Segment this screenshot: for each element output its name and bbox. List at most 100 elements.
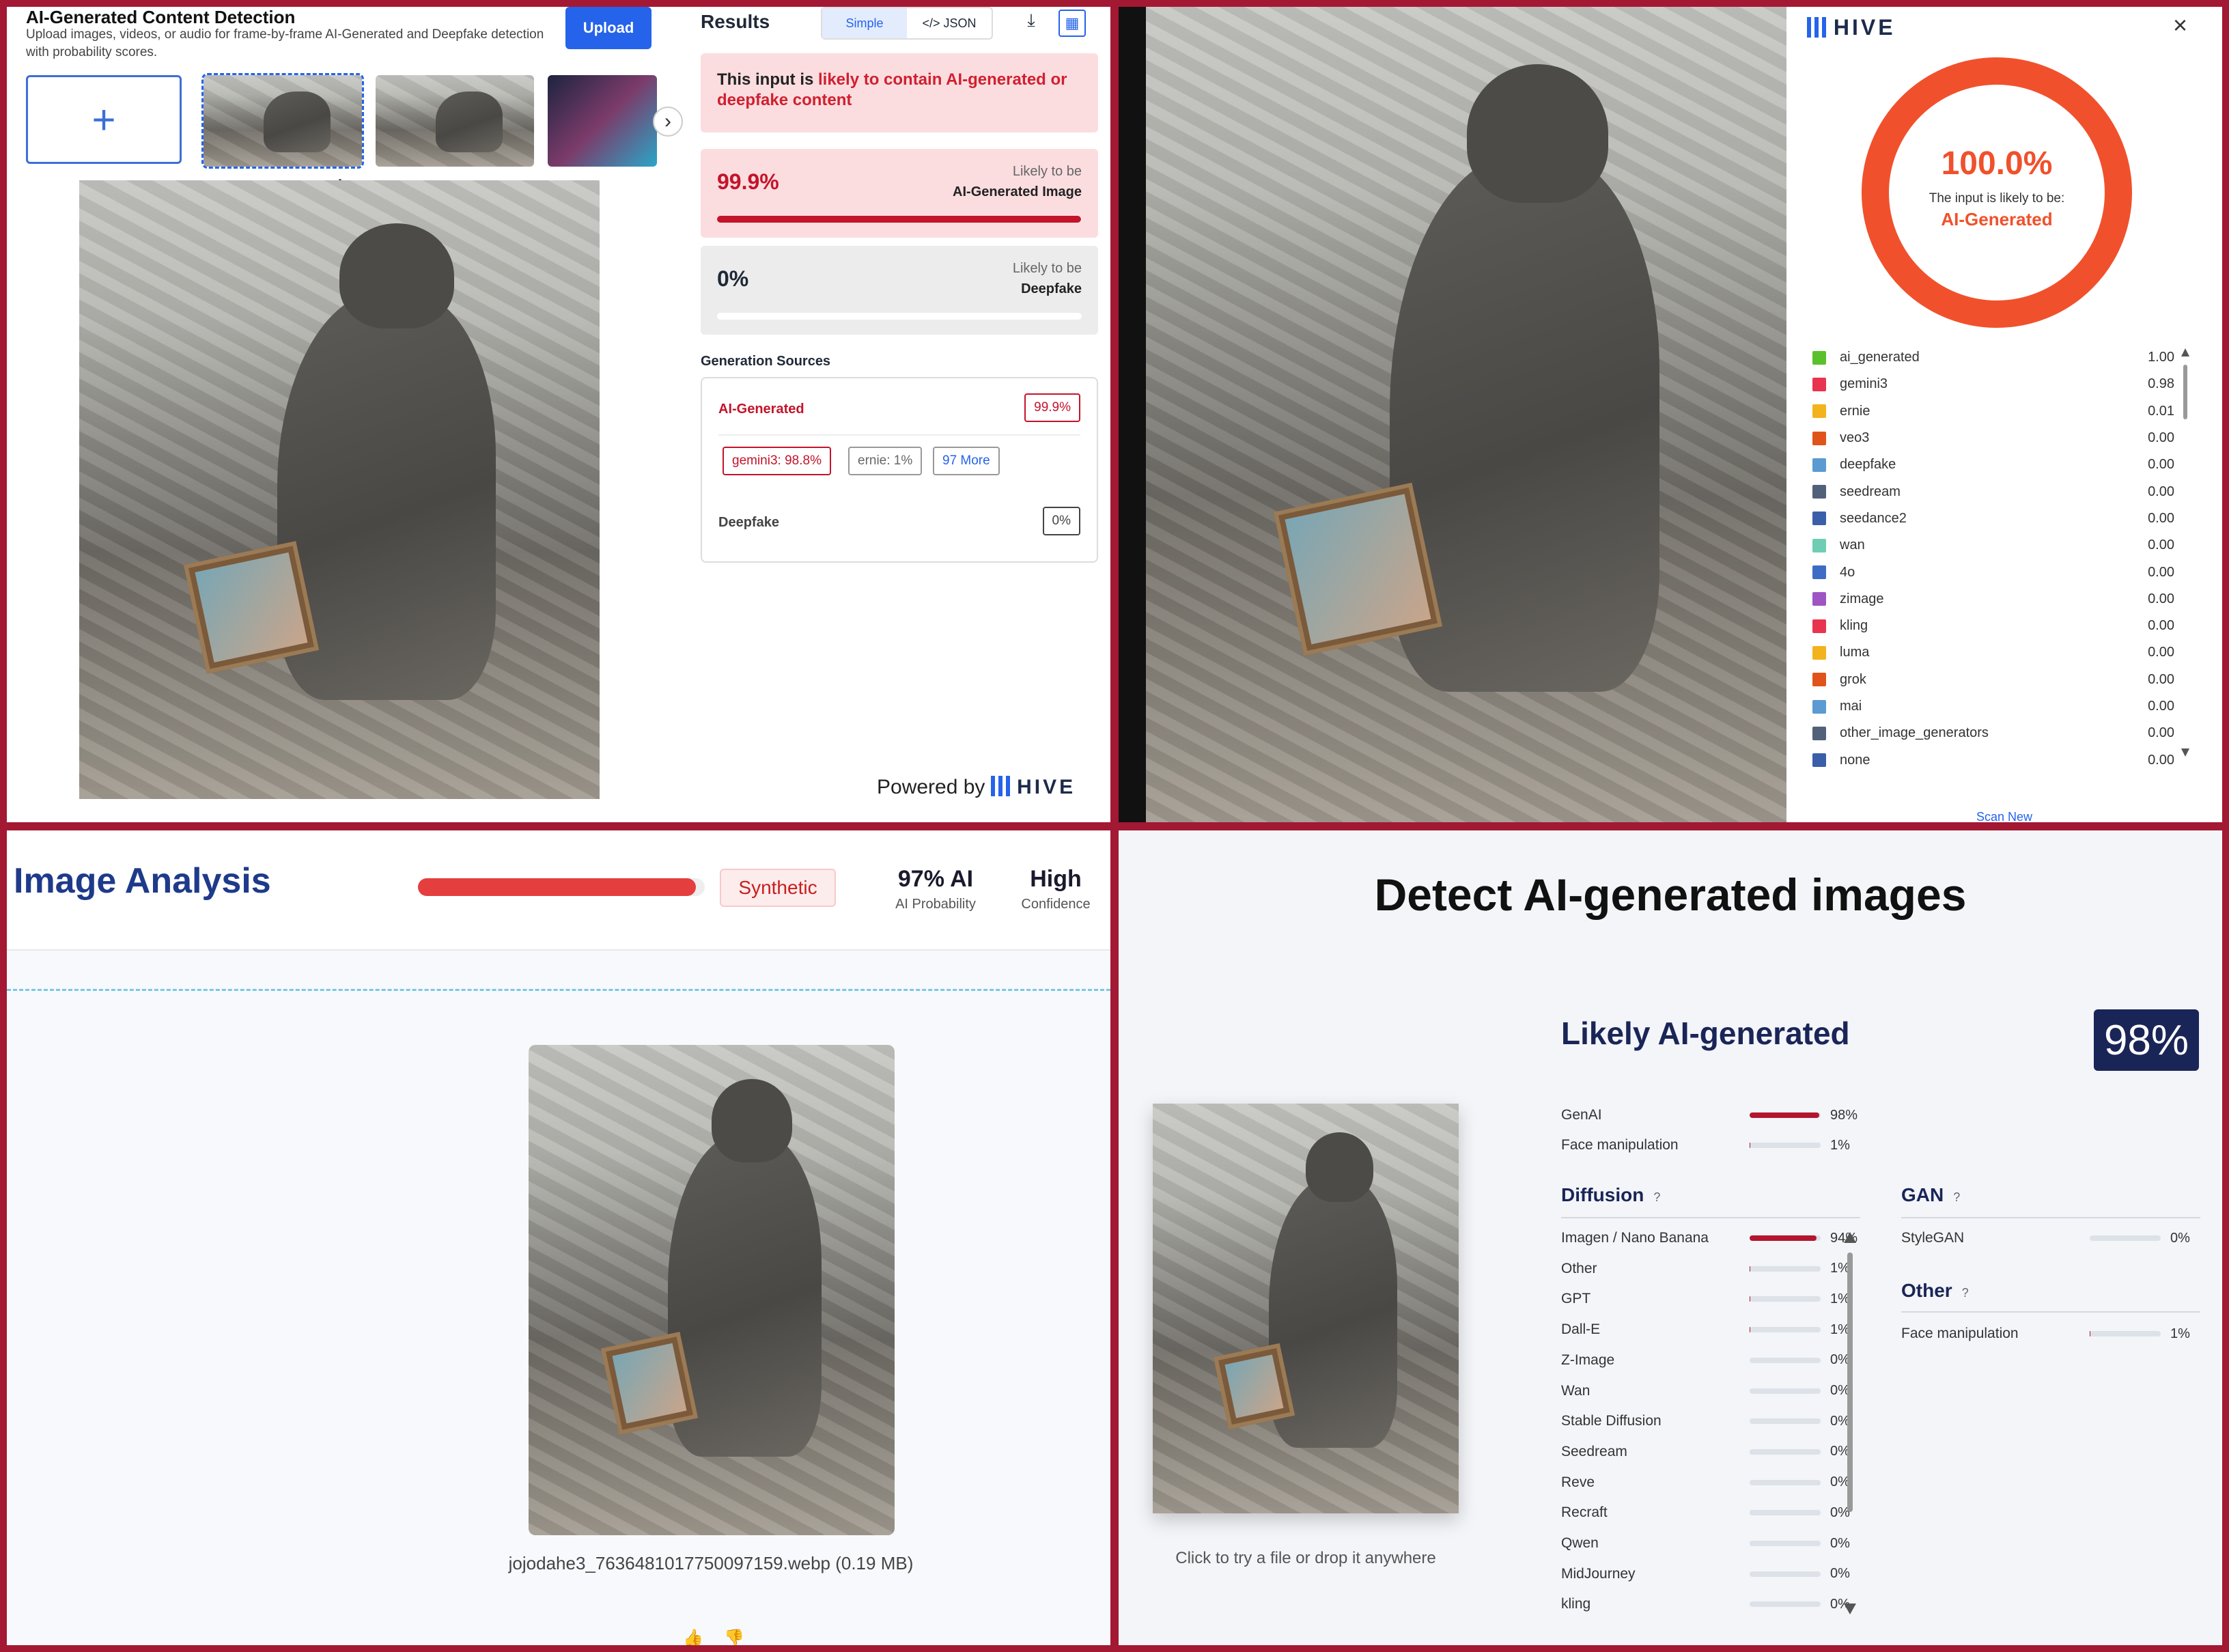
layout-icon[interactable]: ▦ bbox=[1059, 10, 1086, 37]
model-name: Stable Diffusion bbox=[1561, 1413, 1662, 1429]
class-value: 0.01 bbox=[2148, 403, 2174, 419]
class-value: 0.00 bbox=[2148, 510, 2174, 526]
score-fill bbox=[1750, 1112, 1819, 1118]
help-icon[interactable]: ? bbox=[1653, 1190, 1660, 1204]
class-row: grok 0.00 bbox=[1812, 667, 2174, 693]
score-fill bbox=[1750, 1235, 1817, 1241]
deepfake-score-label-1: Likely to be bbox=[1012, 261, 1082, 276]
class-value: 0.98 bbox=[2148, 376, 2174, 392]
score-track bbox=[1750, 1541, 1821, 1546]
donut-percentage: 100.0% bbox=[1941, 145, 2053, 182]
score-track bbox=[2090, 1331, 2161, 1336]
thumbnail-strip: + › bbox=[26, 73, 683, 171]
scrollbar[interactable] bbox=[1844, 1232, 1856, 1614]
view-toggle: Simple </> JSON bbox=[821, 7, 993, 40]
stat-label: Confidence bbox=[1021, 897, 1091, 912]
thumbs-down-icon[interactable]: 👎 bbox=[724, 1628, 744, 1645]
source-pill-ernie[interactable]: ernie: 1% bbox=[848, 447, 923, 475]
page-title: Image Analysis bbox=[14, 861, 271, 901]
model-name: Dall-E bbox=[1561, 1321, 1601, 1338]
help-icon[interactable]: ? bbox=[1962, 1286, 1969, 1300]
ai-score-label-1: Likely to be bbox=[1012, 164, 1082, 179]
class-name: none bbox=[1840, 752, 1870, 768]
class-swatch bbox=[1812, 619, 1826, 633]
add-file-button[interactable]: + bbox=[26, 75, 182, 164]
class-score-list: ai_generated 1.00 gemini3 0.98 ernie 0.01 veo3… bbox=[1812, 344, 2174, 774]
model-name: MidJourney bbox=[1561, 1565, 1636, 1582]
class-swatch bbox=[1812, 645, 1826, 660]
tab-json[interactable]: </> JSON bbox=[907, 8, 992, 38]
model-score-row: Reve 0% bbox=[1561, 1472, 1850, 1493]
tab-simple[interactable]: Simple bbox=[822, 8, 907, 38]
model-score-row: Dall-E 1% bbox=[1561, 1319, 1850, 1340]
ai-probability-bar bbox=[418, 878, 705, 896]
deepfake-label: Deepfake bbox=[718, 515, 779, 530]
model-score-row: Stable Diffusion 0% bbox=[1561, 1411, 1850, 1431]
drop-hint[interactable]: Click to try a file or drop it anywhere bbox=[1146, 1549, 1466, 1568]
model-name: Recraft bbox=[1561, 1504, 1608, 1521]
image-analysis-panel: Image Analysis Synthetic 97% AI AI Probab… bbox=[7, 830, 1110, 1645]
class-name: ernie bbox=[1840, 403, 1870, 419]
class-swatch bbox=[1812, 377, 1826, 391]
file-name: jojodahe3_7636481017750097159.webp (0.19… bbox=[508, 1553, 914, 1573]
ai-probability-stat: 97% AI AI Probability bbox=[881, 866, 990, 912]
thumbs-up-icon[interactable]: 👍 bbox=[683, 1628, 703, 1645]
thumbnail-selected[interactable] bbox=[201, 73, 364, 169]
page-title: Detect AI-generated images bbox=[1374, 869, 1967, 920]
hive-brand: HIVE bbox=[1017, 776, 1076, 798]
class-row: wan 0.00 bbox=[1812, 532, 2174, 559]
donut-center: 100.0% The input is likely to be: AI-Gen… bbox=[1862, 57, 2132, 328]
class-row: luma 0.00 bbox=[1812, 639, 2174, 666]
status-badge: Synthetic bbox=[720, 869, 836, 907]
next-thumbnail-button[interactable]: › bbox=[653, 107, 683, 137]
upload-button[interactable]: Upload bbox=[565, 7, 651, 49]
class-row: veo3 0.00 bbox=[1812, 425, 2174, 451]
thumbnail[interactable] bbox=[376, 75, 534, 167]
class-row: seedance2 0.00 bbox=[1812, 505, 2174, 532]
model-score-row: Imagen / Nano Banana 94% bbox=[1561, 1228, 1858, 1248]
class-name: luma bbox=[1840, 645, 1870, 660]
upload-image[interactable] bbox=[1153, 1104, 1459, 1513]
analyzed-image bbox=[529, 1045, 895, 1535]
ai-score-fill bbox=[717, 216, 1082, 223]
class-row: seedream 0.00 bbox=[1812, 478, 2174, 505]
class-swatch bbox=[1812, 726, 1826, 740]
download-icon[interactable]: ⤓ bbox=[1018, 10, 1045, 37]
class-row: zimage 0.00 bbox=[1812, 586, 2174, 613]
more-sources-button[interactable]: 97 More bbox=[933, 447, 1000, 475]
ai-score-label-2: AI-Generated Image bbox=[953, 184, 1082, 199]
class-name: ai_generated bbox=[1840, 350, 1920, 365]
model-score-row: Face manipulation 1% bbox=[1561, 1135, 1850, 1156]
score-track bbox=[1750, 1235, 1821, 1241]
class-value: 0.00 bbox=[2148, 537, 2174, 553]
class-value: 0.00 bbox=[2148, 430, 2174, 446]
help-icon[interactable]: ? bbox=[1953, 1190, 1960, 1204]
model-score-row: MidJourney 0% bbox=[1561, 1564, 1850, 1584]
class-value: 0.00 bbox=[2148, 645, 2174, 660]
model-score-row: GPT 1% bbox=[1561, 1289, 1850, 1309]
class-name: gemini3 bbox=[1840, 376, 1888, 392]
thumbnail[interactable] bbox=[548, 75, 657, 167]
source-pill-gemini3[interactable]: gemini3: 98.8% bbox=[723, 447, 831, 475]
scrollbar[interactable] bbox=[2181, 348, 2189, 758]
class-name: zimage bbox=[1840, 591, 1884, 606]
class-row: gemini3 0.98 bbox=[1812, 371, 2174, 397]
gan-label: GAN bbox=[1901, 1184, 1944, 1205]
class-name: mai bbox=[1840, 699, 1862, 714]
model-score-row: Seedream 0% bbox=[1561, 1442, 1850, 1462]
ai-score-card: 99.9% Likely to be AI-Generated Image bbox=[701, 149, 1098, 238]
class-name: grok bbox=[1840, 671, 1866, 687]
score-track bbox=[1750, 1448, 1821, 1455]
model-name: Z-Image bbox=[1561, 1352, 1615, 1368]
scan-new-link[interactable]: Scan New bbox=[1786, 810, 2222, 822]
model-name: Qwen bbox=[1561, 1535, 1599, 1551]
deepfake-score-pct: 0% bbox=[717, 266, 749, 291]
other-label: Other bbox=[1901, 1280, 1952, 1301]
hive-extension-panel: HIVE × 100.0% The input is likely to be:… bbox=[1119, 7, 2222, 822]
model-score-row: Face manipulation 1% bbox=[1901, 1324, 2190, 1344]
class-value: 0.00 bbox=[2148, 618, 2174, 634]
class-swatch bbox=[1812, 431, 1826, 445]
ai-generated-label: AI-Generated bbox=[718, 402, 804, 417]
close-icon[interactable]: × bbox=[2173, 11, 2187, 40]
confidence-stat: High Confidence bbox=[1008, 866, 1104, 912]
